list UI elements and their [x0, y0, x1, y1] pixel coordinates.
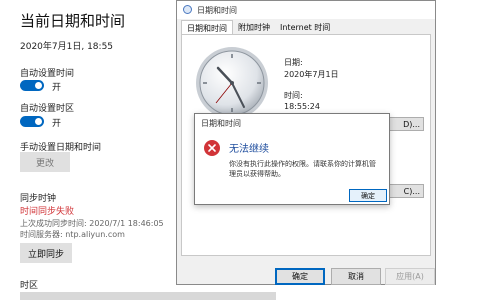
dialog-tabs: 日期和时间 附加时钟 Internet 时间: [181, 20, 335, 34]
auto-zone-toggle[interactable]: [20, 116, 44, 127]
dialog-titlebar: 日期和时间: [177, 1, 435, 19]
time-label: 时间:: [284, 91, 303, 100]
sync-failed-text: 时间同步失败: [20, 207, 75, 217]
analog-clock-icon: [196, 47, 268, 119]
error-message: 你没有执行此操作的权限。请联系你的计算机管理员以获得帮助。: [229, 160, 376, 178]
error-dialog-title: 日期和时间: [201, 119, 241, 128]
auto-zone-label: 自动设置时区: [20, 104, 75, 114]
error-ok-button[interactable]: 确定: [349, 189, 387, 202]
date-value: 2020年7月1日: [284, 70, 339, 79]
timezone-label: 时区: [20, 281, 39, 291]
error-x-icon: [204, 140, 220, 156]
time-server-text: 时间服务器: ntp.aliyun.com: [20, 230, 125, 239]
error-titlebar: 日期和时间: [195, 114, 389, 130]
timezone-select[interactable]: [20, 292, 276, 300]
clock-icon: [183, 5, 192, 14]
tab-date-time[interactable]: 日期和时间: [181, 20, 233, 34]
error-heading: 无法继续: [229, 144, 269, 155]
auto-time-state: 开: [52, 83, 62, 93]
last-sync-text: 上次成功同步时间: 2020/7/1 18:46:05: [20, 219, 164, 228]
change-button[interactable]: 更改: [20, 152, 70, 172]
sync-heading: 同步时钟: [20, 194, 57, 204]
auto-time-toggle[interactable]: [20, 80, 44, 91]
date-label: 日期:: [284, 58, 303, 67]
current-datetime: 2020年7月1日, 18:55: [20, 42, 114, 52]
dialog-cancel-button[interactable]: 取消: [331, 268, 381, 285]
auto-time-label: 自动设置时间: [20, 69, 75, 79]
permission-error-dialog: 日期和时间 无法继续 你没有执行此操作的权限。请联系你的计算机管理员以获得帮助。…: [194, 113, 390, 205]
tab-internet-time[interactable]: Internet 时间: [275, 20, 335, 34]
dialog-ok-button[interactable]: 确定: [275, 268, 325, 285]
auto-zone-state: 开: [52, 119, 62, 129]
page-title: 当前日期和时间: [20, 12, 126, 30]
sync-now-button[interactable]: 立即同步: [20, 243, 72, 263]
dialog-title: 日期和时间: [197, 6, 237, 15]
tab-additional-clocks[interactable]: 附加时钟: [233, 20, 275, 34]
time-value: 18:55:24: [284, 102, 320, 111]
dialog-apply-button[interactable]: 应用(A): [385, 268, 435, 285]
